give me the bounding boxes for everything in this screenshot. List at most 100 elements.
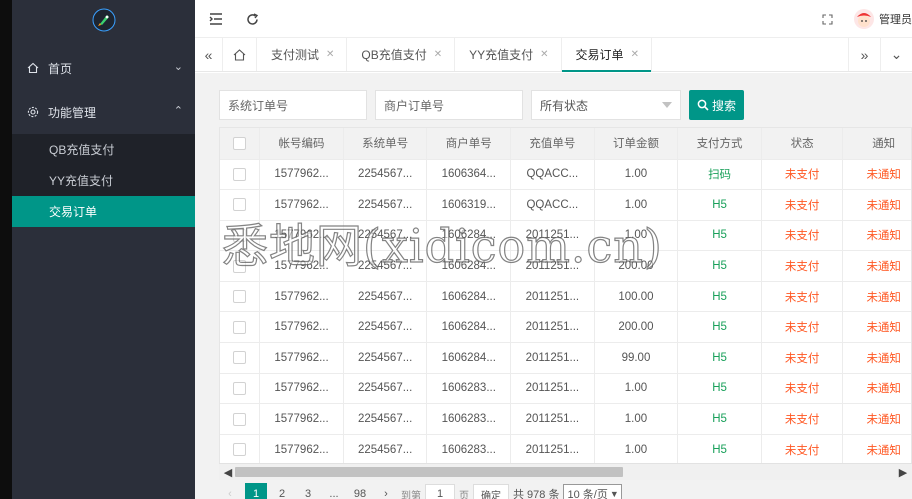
table-cell: 1577962... — [259, 311, 344, 344]
table-cell: 2011251... — [510, 342, 595, 374]
table-header-row: 帐号编码 系统单号 商户单号 充值单号 订单金额 支付方式 状态 通知 — [220, 128, 911, 160]
page-button[interactable]: 2 — [271, 483, 293, 499]
row-checkbox-cell[interactable] — [220, 311, 261, 344]
row-checkbox[interactable] — [233, 167, 247, 181]
tabs-scroll-right-icon[interactable]: » — [848, 38, 880, 71]
orders-table: 帐号编码 系统单号 商户单号 充值单号 订单金额 支付方式 状态 通知 1577… — [219, 127, 912, 480]
page-size-select[interactable]: 10 条/页 ▼ — [563, 484, 622, 499]
row-checkbox-cell[interactable] — [220, 434, 261, 466]
pagination: ‹ 1 2 3 ... 98 › 到第 1 页 确定 共 978 条 10 条/… — [219, 483, 622, 499]
page-button[interactable]: 98 — [349, 483, 371, 499]
tab-qb-recharge[interactable]: QB充值支付 ✕ — [347, 38, 456, 71]
admin-user-menu[interactable]: 管理员 — [854, 9, 912, 29]
prev-page-icon[interactable]: ‹ — [219, 483, 241, 499]
table-cell: 1606319... — [426, 189, 512, 221]
table-cell: 1.00 — [594, 220, 679, 252]
row-checkbox[interactable] — [233, 320, 247, 334]
column-header[interactable]: 帐号编码 — [259, 128, 344, 160]
column-header[interactable]: 通知 — [842, 128, 911, 160]
row-checkbox[interactable] — [233, 443, 247, 457]
table-cell: 1.00 — [594, 403, 679, 435]
row-checkbox[interactable] — [233, 381, 247, 395]
table-body: 1577962... 2254567... 1606364... QQACC... 1.… — [220, 159, 911, 466]
scrollbar-thumb[interactable] — [235, 467, 623, 477]
page-button[interactable]: 3 — [297, 483, 319, 499]
horizontal-scrollbar[interactable]: ◀ ▶ — [219, 463, 912, 480]
column-header[interactable]: 商户单号 — [426, 128, 512, 160]
column-header[interactable]: 支付方式 — [677, 128, 762, 160]
table-cell: H5 — [677, 311, 762, 344]
sidebar-item-label: 首页 — [48, 61, 73, 76]
merchant-order-input[interactable]: 商户订单号 — [375, 90, 523, 120]
table-row[interactable]: 1577962... 2254567... 1606283... 2011251...… — [220, 434, 911, 466]
select-all-checkbox[interactable] — [233, 136, 247, 150]
rocket-logo-icon[interactable] — [12, 0, 195, 40]
row-checkbox[interactable] — [233, 290, 247, 304]
tabs-right-controls: » ⌄ — [848, 38, 912, 71]
table-cell: 1606283... — [426, 373, 512, 405]
sidebar-item-home[interactable]: 首页 ⌄ — [12, 46, 195, 90]
table-row[interactable]: 1577962... 2254567... 1606284... 2011251...… — [220, 281, 911, 313]
scroll-right-icon[interactable]: ▶ — [896, 465, 910, 479]
close-icon[interactable]: ✕ — [540, 49, 548, 60]
app-frame: 首页 ⌄ 功能管理 ⌃ QB充值支付 YY充值支付 交易订单 管理员 « 支付测… — [12, 0, 912, 499]
row-checkbox-cell[interactable] — [220, 189, 261, 221]
search-button[interactable]: 搜索 — [689, 90, 744, 120]
select-all-cell[interactable] — [220, 128, 261, 160]
tabs-dropdown-icon[interactable]: ⌄ — [880, 38, 912, 71]
next-page-icon[interactable]: › — [375, 483, 397, 499]
status-select[interactable]: 所有状态 — [531, 90, 681, 120]
table-cell: H5 — [677, 189, 762, 221]
goto-confirm-button[interactable]: 确定 — [473, 484, 509, 499]
table-row[interactable]: 1577962... 2254567... 1606283... 2011251...… — [220, 403, 911, 435]
column-header[interactable]: 系统单号 — [343, 128, 428, 160]
sidebar-item-yy-recharge[interactable]: YY充值支付 — [12, 165, 195, 196]
table-cell: 2254567... — [343, 311, 428, 344]
table-row[interactable]: 1577962... 2254567... 1606364... QQACC... 1.… — [220, 159, 911, 191]
table-cell: H5 — [677, 342, 762, 374]
row-checkbox-cell[interactable] — [220, 281, 261, 313]
close-icon[interactable]: ✕ — [326, 49, 334, 60]
table-row[interactable]: 1577962... 2254567... 1606284... 2011251...… — [220, 220, 911, 252]
table-row[interactable]: 1577962... 2254567... 1606319... QQACC... 1.… — [220, 189, 911, 221]
sidebar-item-function-management[interactable]: 功能管理 ⌃ — [12, 90, 195, 134]
scroll-left-icon[interactable]: ◀ — [221, 465, 235, 479]
table-cell: 未通知 — [842, 403, 911, 435]
row-checkbox[interactable] — [233, 351, 247, 365]
row-checkbox-cell[interactable] — [220, 220, 261, 252]
row-checkbox-cell[interactable] — [220, 342, 261, 374]
page-button[interactable]: 1 — [245, 483, 267, 499]
tab-payment-test[interactable]: 支付测试 ✕ — [257, 38, 348, 71]
goto-page-input[interactable]: 1 — [425, 484, 455, 499]
table-row[interactable]: 1577962... 2254567... 1606284... 2011251...… — [220, 311, 911, 344]
column-header[interactable]: 状态 — [761, 128, 844, 160]
column-header[interactable]: 充值单号 — [510, 128, 595, 160]
refresh-icon[interactable] — [243, 10, 261, 28]
row-checkbox[interactable] — [233, 412, 247, 426]
sidebar-item-transaction-orders[interactable]: 交易订单 — [12, 196, 195, 227]
menu-toggle-icon[interactable] — [207, 10, 225, 28]
tabs-scroll-left-icon[interactable]: « — [195, 38, 223, 71]
close-icon[interactable]: ✕ — [434, 49, 442, 60]
table-cell: 1577962... — [259, 159, 344, 191]
system-order-input[interactable]: 系统订单号 — [219, 90, 367, 120]
tab-home-icon[interactable] — [223, 38, 257, 71]
table-row[interactable]: 1577962... 2254567... 1606284... 2011251...… — [220, 250, 911, 282]
column-header[interactable]: 订单金额 — [594, 128, 679, 160]
close-icon[interactable]: ✕ — [631, 49, 639, 60]
row-checkbox[interactable] — [233, 259, 247, 273]
sidebar-item-qb-recharge[interactable]: QB充值支付 — [12, 134, 195, 165]
row-checkbox[interactable] — [233, 198, 247, 212]
row-checkbox-cell[interactable] — [220, 250, 261, 282]
search-icon — [697, 99, 709, 111]
table-row[interactable]: 1577962... 2254567... 1606283... 2011251...… — [220, 373, 911, 405]
tab-transaction-orders[interactable]: 交易订单 ✕ — [561, 38, 652, 72]
row-checkbox-cell[interactable] — [220, 403, 261, 435]
row-checkbox-cell[interactable] — [220, 373, 261, 405]
row-checkbox[interactable] — [233, 228, 247, 242]
row-checkbox-cell[interactable] — [220, 159, 261, 191]
table-row[interactable]: 1577962... 2254567... 1606284... 2011251...… — [220, 342, 911, 374]
fullscreen-icon[interactable] — [818, 10, 836, 28]
table-cell: 未支付 — [761, 342, 844, 374]
tab-yy-recharge[interactable]: YY充值支付 ✕ — [455, 38, 562, 71]
